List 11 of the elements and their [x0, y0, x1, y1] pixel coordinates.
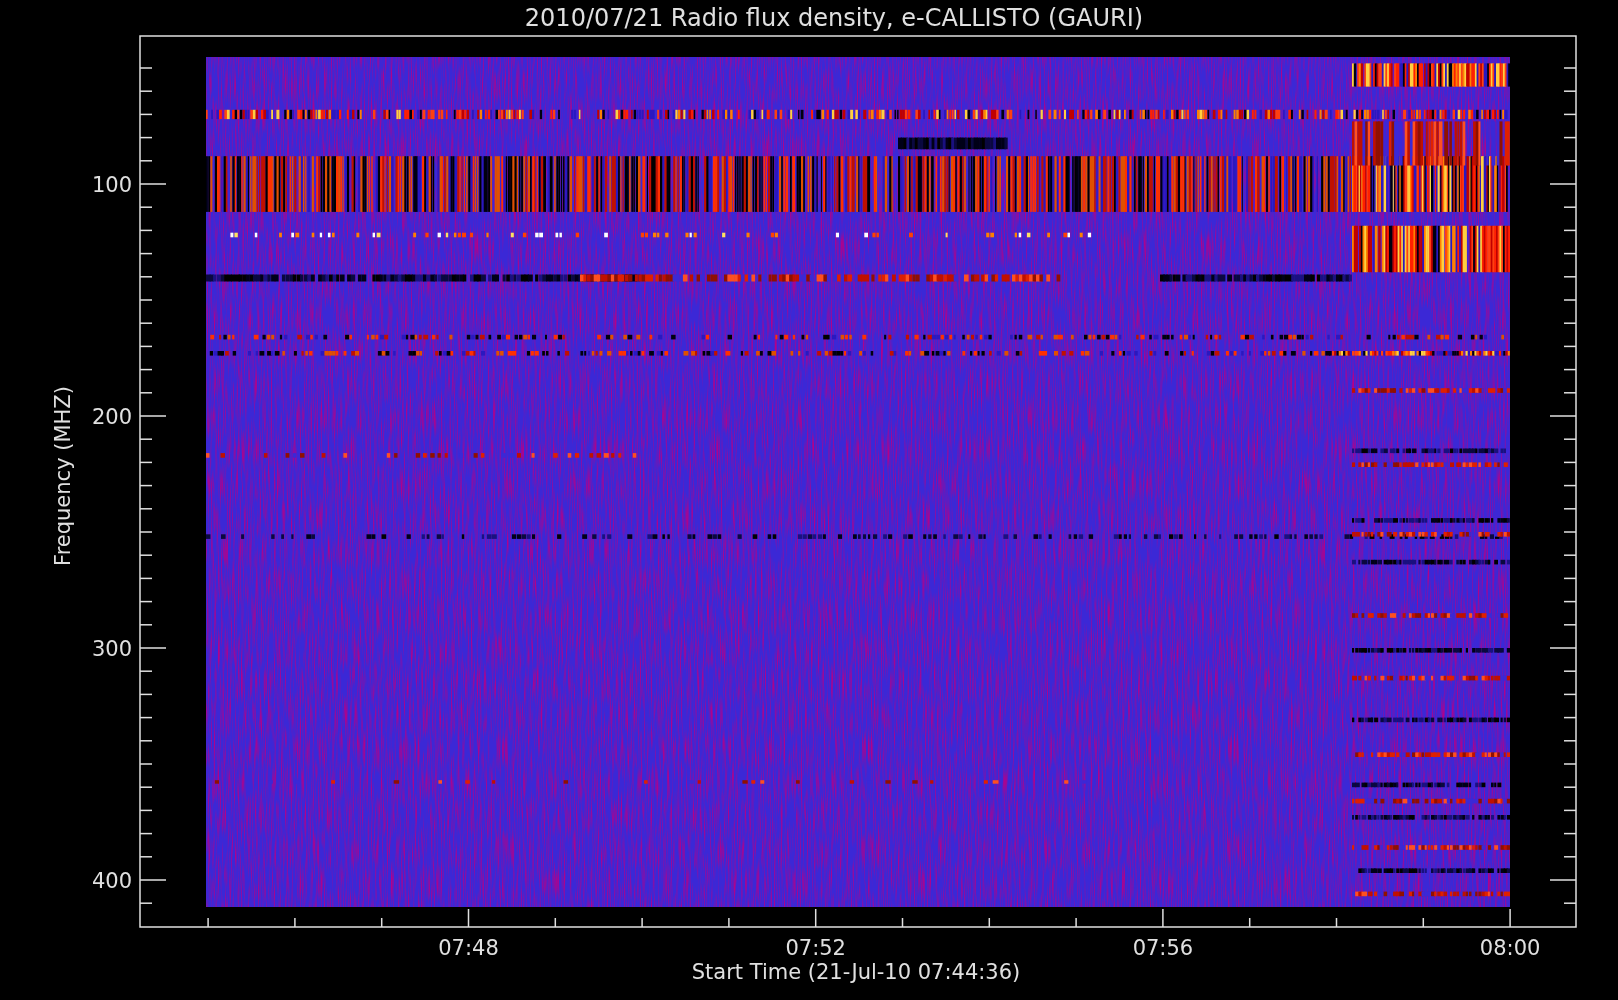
tick-label: 07:56 [1132, 936, 1194, 960]
tick-label: 07:52 [785, 936, 846, 960]
tick-label: 300 [91, 637, 132, 661]
axis-label: Start Time (21-Jul-10 07:44:36) [691, 960, 1021, 984]
tick-label: 08:00 [1479, 936, 1541, 960]
chart-title: 2010/07/21 Radio flux density, e-CALLISTO (GAURI) [524, 4, 1144, 32]
tick-label: 400 [91, 869, 132, 893]
tick-label: 100 [91, 173, 132, 197]
axis-label: Frequency (MHZ) [51, 386, 75, 566]
tick-label: 07:48 [438, 936, 499, 960]
tick-label: 200 [91, 405, 132, 429]
